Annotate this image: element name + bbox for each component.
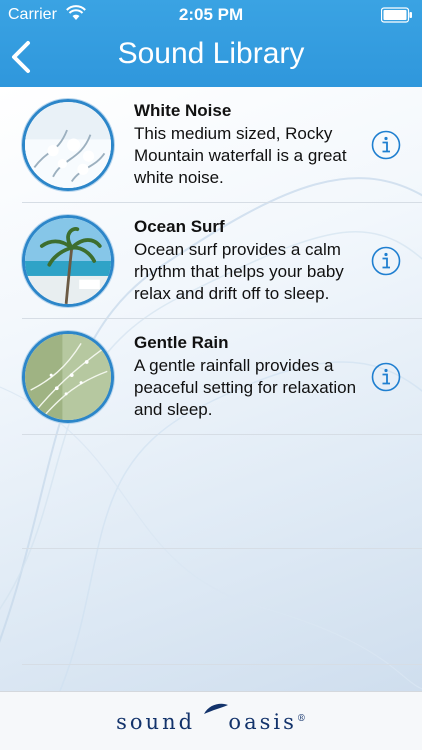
brand-word-sound: sound [116, 710, 196, 734]
leaf-icon [204, 703, 228, 714]
info-button[interactable] [371, 362, 401, 392]
empty-row-divider [22, 548, 422, 549]
ocean-surf-thumbnail [22, 215, 114, 307]
battery-icon [381, 7, 412, 23]
brand-word-oasis: oasis [228, 710, 297, 734]
status-bar: Carrier 2:05 PM [0, 0, 422, 30]
info-icon [371, 246, 401, 276]
page-title: Sound Library [117, 37, 305, 70]
sound-title: White Noise [134, 101, 232, 120]
row-divider [22, 434, 422, 435]
clock: 2:05 PM [178, 5, 244, 24]
info-icon [371, 130, 401, 160]
sound-row-white-noise[interactable]: White Noise This medium sized, Rocky Mou… [0, 87, 422, 203]
sound-description: A gentle rainfall provides a peaceful se… [134, 356, 357, 419]
sound-description: Ocean surf provides a calm rhythm that h… [134, 240, 344, 303]
registered-mark: ® [296, 714, 306, 724]
sound-row-ocean-surf[interactable]: Ocean Surf Ocean surf provides a calm rh… [0, 203, 422, 319]
sound-description: This medium sized, Rocky Mountain waterf… [134, 124, 347, 187]
gentle-rain-thumbnail [22, 331, 114, 423]
footer: sound oasis® [0, 691, 422, 750]
sound-row-gentle-rain[interactable]: Gentle Rain A gentle rainfall provides a… [0, 319, 422, 435]
sound-list: White Noise This medium sized, Rocky Mou… [0, 87, 422, 691]
info-icon [371, 362, 401, 392]
white-noise-thumbnail [22, 99, 114, 191]
empty-row-divider [22, 664, 422, 665]
sound-title: Ocean Surf [134, 217, 225, 236]
navigation-header: Carrier 2:05 PM Sound Library [0, 0, 422, 87]
sound-title: Gentle Rain [134, 333, 229, 352]
info-button[interactable] [371, 246, 401, 276]
info-button[interactable] [371, 130, 401, 160]
